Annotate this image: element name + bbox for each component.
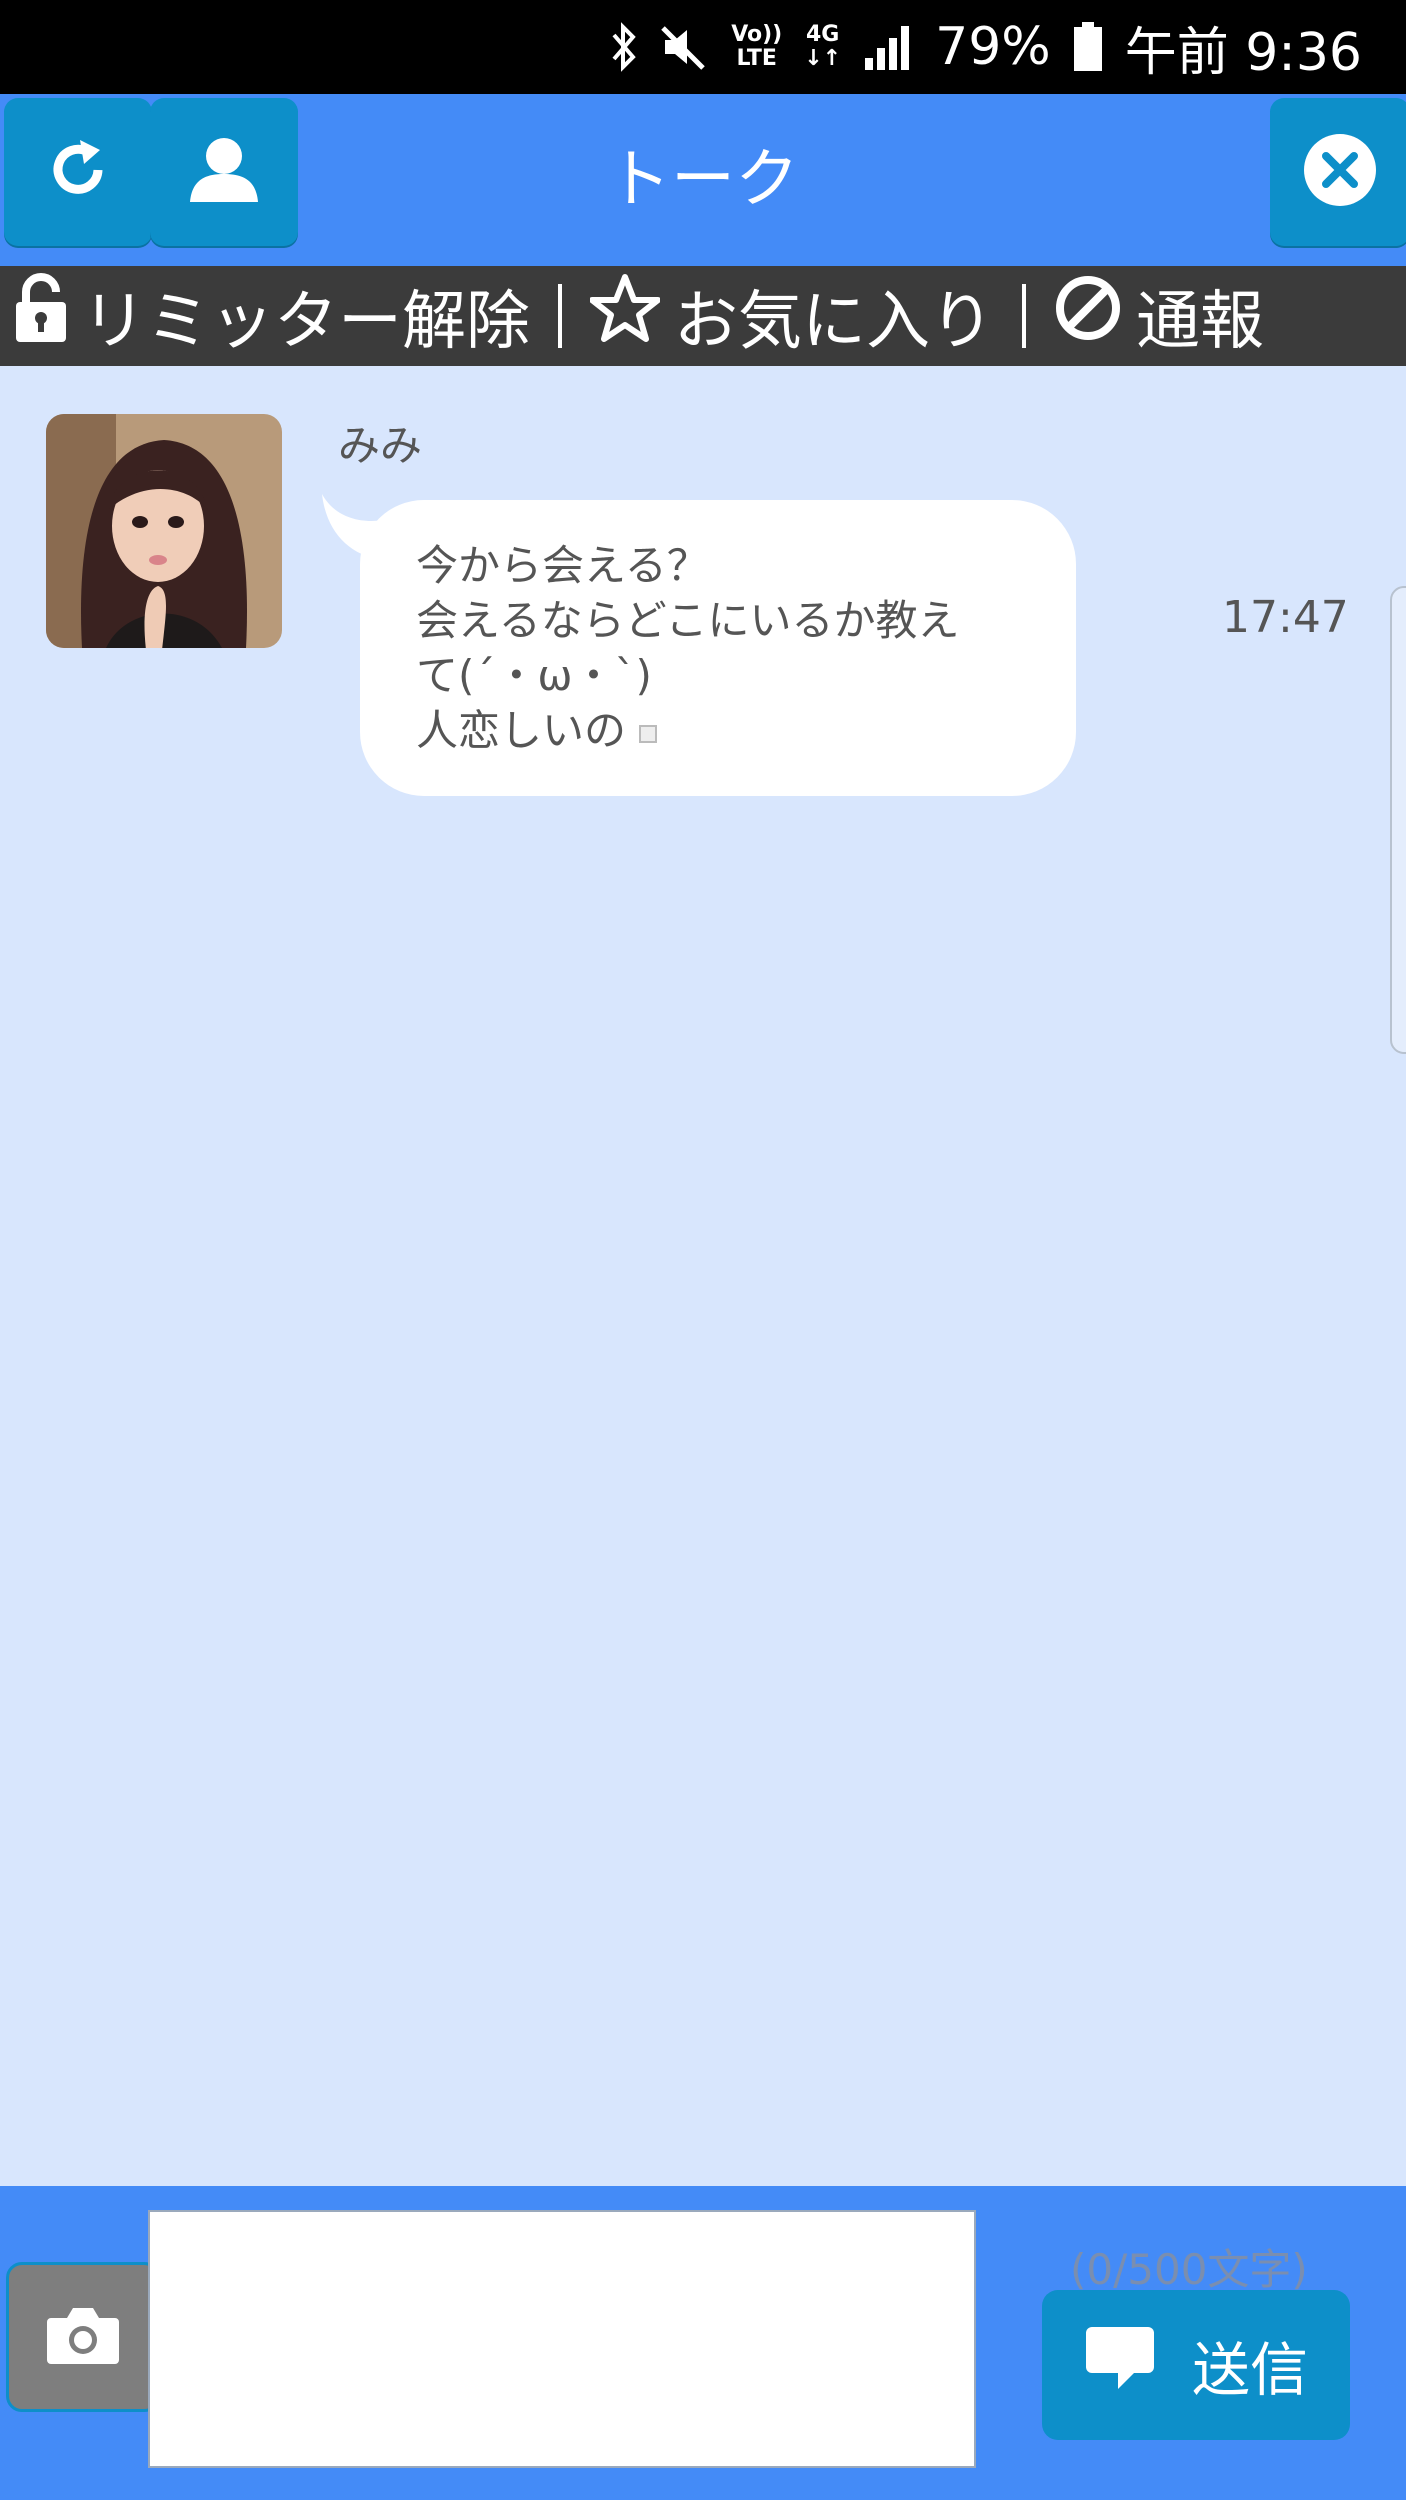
- message-line-text: 人恋しいの: [416, 706, 627, 755]
- close-button[interactable]: [1270, 98, 1406, 246]
- header: トーク: [0, 94, 1406, 266]
- message-line: 会えるならどこにいるか教え: [416, 596, 960, 645]
- camera-icon: [45, 2304, 121, 2370]
- report-label: 通報: [1136, 285, 1264, 359]
- message-bubble: 今から会える？ 会えるならどこにいるか教え て(´・ω・`) 人恋しいの: [360, 500, 1076, 796]
- network-indicator: 4G ↓↑: [804, 22, 842, 71]
- close-icon: [1302, 132, 1378, 212]
- action-bar: リミッター解除 お気に入り 通報: [0, 266, 1406, 366]
- status-bar: Vo)) LTE 4G ↓↑ 79% 午前 9:36: [0, 0, 1406, 94]
- ban-icon: [1054, 274, 1122, 358]
- composer-bar: (0/500文字) 送信: [0, 2186, 1406, 2500]
- speech-bubble-icon: [1084, 2325, 1156, 2405]
- avatar[interactable]: [46, 414, 282, 648]
- emoji-placeholder-icon: [639, 724, 658, 743]
- send-label: 送信: [1191, 2336, 1308, 2404]
- refresh-icon: [42, 134, 114, 210]
- send-button[interactable]: 送信: [1042, 2290, 1350, 2440]
- scrollbar-handle[interactable]: [1390, 586, 1406, 1054]
- profile-icon: [186, 134, 262, 210]
- char-count: (0/500文字): [1070, 2245, 1308, 2294]
- mute-icon: [659, 22, 709, 72]
- favorite-button[interactable]: お気に入り: [589, 266, 994, 366]
- limiter-release-button[interactable]: リミッター解除: [0, 266, 530, 366]
- separator: [558, 284, 562, 348]
- lock-icon: [14, 272, 68, 360]
- sender-name: みみ: [338, 421, 423, 470]
- favorite-label: お気に入り: [674, 285, 994, 359]
- profile-button[interactable]: [150, 98, 298, 246]
- message-line: て(´・ω・`): [416, 651, 652, 700]
- refresh-button[interactable]: [4, 98, 152, 246]
- star-icon: [589, 273, 661, 359]
- message-line: 今から会える？: [416, 541, 709, 590]
- bluetooth-icon: [611, 21, 637, 73]
- camera-button[interactable]: [6, 2262, 160, 2412]
- message-time: 17:47: [1222, 592, 1349, 643]
- limiter-release-label: リミッター解除: [82, 285, 530, 359]
- clock: 午前 9:36: [1124, 22, 1362, 83]
- volte-indicator: Vo)) LTE: [731, 22, 783, 71]
- message-line: 人恋しいの: [416, 703, 1020, 758]
- signal-icon: [863, 24, 913, 70]
- report-button[interactable]: 通報: [1054, 266, 1264, 366]
- message-input[interactable]: [148, 2210, 976, 2468]
- battery-icon: [1073, 22, 1103, 72]
- battery-percent: 79%: [935, 17, 1051, 77]
- separator: [1022, 284, 1026, 348]
